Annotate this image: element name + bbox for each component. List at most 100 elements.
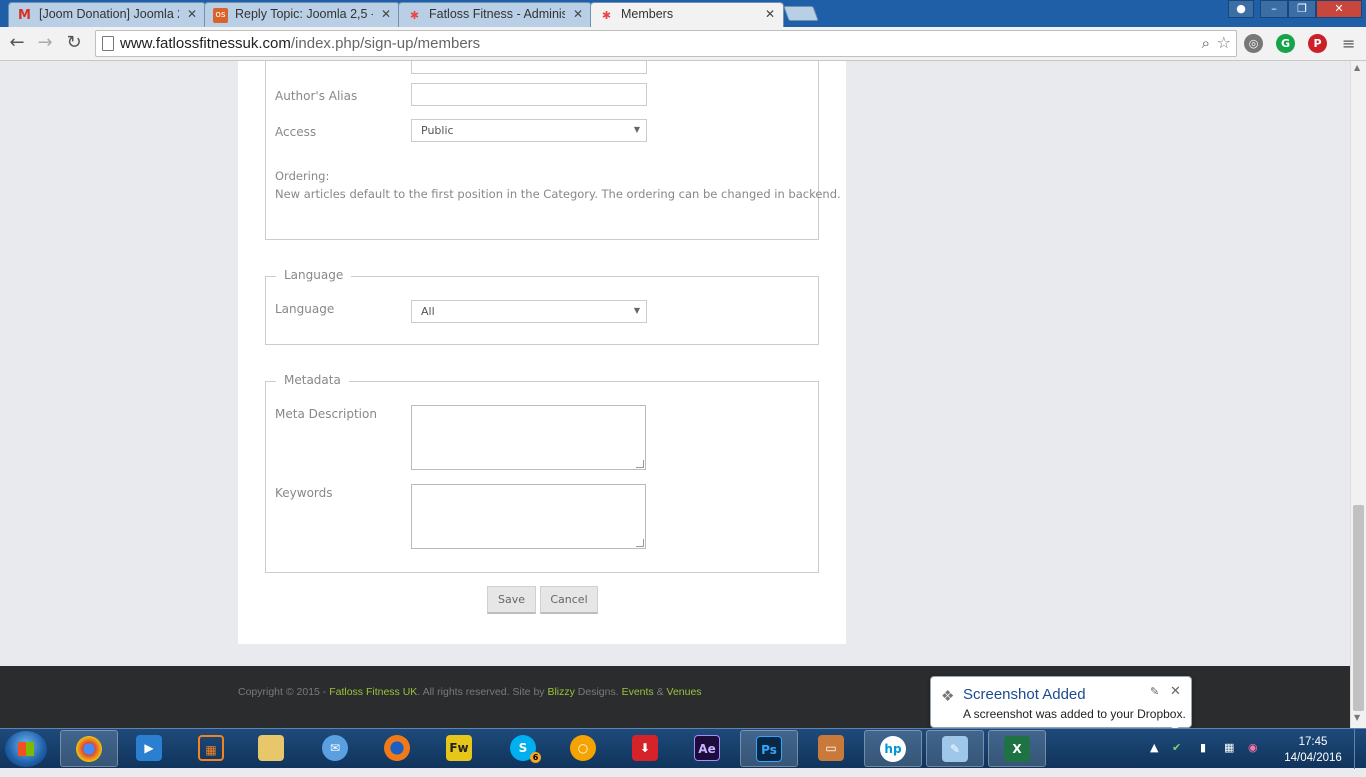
chrome-icon (76, 736, 102, 762)
reload-icon[interactable]: ↻ (63, 32, 85, 54)
zoom-icon[interactable]: ⌕ (1202, 34, 1210, 52)
taskbar-app-tray[interactable]: ▭ (802, 730, 860, 767)
scroll-down-icon[interactable]: ▼ (1354, 713, 1360, 722)
close-tab-icon[interactable]: ✕ (765, 7, 775, 21)
taskbar-chrome[interactable] (60, 730, 118, 767)
taskbar-media-player[interactable]: ▶ (120, 730, 178, 767)
keywords-label: Keywords (275, 486, 333, 500)
tab-administration[interactable]: ✱ Fatloss Fitness - Administ ✕ (398, 2, 592, 27)
office-icon: ▦ (198, 735, 224, 761)
publishing-fieldset: Author's Alias Access Public ▼ (265, 61, 819, 240)
os-icon: os (213, 8, 228, 23)
tab-gmail[interactable]: M [Joom Donation] Joomla 2 ✕ (8, 2, 206, 27)
footer-site-link[interactable]: Fatloss Fitness UK (329, 686, 417, 698)
taskbar-photoshop[interactable]: Ps (740, 730, 798, 767)
pin-icon[interactable]: ✎ (1150, 685, 1159, 698)
taskbar-hp[interactable]: hp (864, 730, 922, 767)
language-legend: Language (276, 268, 352, 282)
clock-date: 14/04/2016 (1284, 752, 1342, 764)
new-tab-button[interactable] (783, 6, 819, 21)
close-tab-icon[interactable]: ✕ (573, 7, 583, 21)
user-profile-icon[interactable]: ● (1228, 0, 1254, 18)
tab-reply-topic[interactable]: os Reply Topic: Joomla 2,5 - ✕ (204, 2, 400, 27)
forward-arrow-icon[interactable]: → (34, 32, 56, 54)
skype-badge: 6 (530, 752, 541, 763)
show-hidden-icons[interactable]: ▲ (1150, 741, 1158, 754)
photoshop-icon: Ps (756, 736, 782, 762)
menu-icon[interactable]: ≡ (1342, 34, 1355, 53)
keywords-textarea[interactable] (411, 484, 646, 549)
scroll-up-icon[interactable]: ▲ (1354, 63, 1360, 72)
taskbar-notepad[interactable]: ✎ (926, 730, 984, 767)
url-text: www.fatlossfitnessuk.com/index.php/sign-… (120, 35, 481, 52)
windows-taskbar: ▶ ▦ ✉ Fw S6 ○ ⬇ Ae Ps ▭ hp ✎ X ▲ ✔ ▮ ▦ ◉… (0, 728, 1366, 769)
close-icon[interactable]: ✕ (1170, 683, 1181, 699)
access-label: Access (275, 125, 317, 139)
show-desktop-button[interactable] (1354, 729, 1366, 769)
close-tab-icon[interactable]: ✕ (187, 7, 197, 21)
start-button[interactable] (5, 731, 47, 767)
device-tray-icon[interactable]: ▮ (1200, 741, 1206, 754)
tab-title: Members (621, 7, 674, 21)
taskbar-explorer[interactable] (242, 730, 300, 767)
taskbar-skype[interactable]: S6 (494, 730, 552, 767)
created-by-alias-field[interactable] (411, 61, 647, 74)
footer-designer-link[interactable]: Blizzy (547, 686, 574, 698)
taskbar-office[interactable]: ▦ (182, 730, 240, 767)
gmail-icon: M (18, 8, 31, 23)
app-tray-icon: ▭ (818, 735, 844, 761)
chevron-down-icon: ▼ (633, 306, 640, 315)
taskbar-thunderbird[interactable]: ✉ (306, 730, 364, 767)
tab-title: Reply Topic: Joomla 2,5 - (235, 7, 373, 21)
page-icon (102, 36, 114, 51)
hp-icon: hp (880, 736, 906, 762)
form-panel: Author's Alias Access Public ▼ Ordering:… (238, 61, 846, 644)
meta-description-textarea[interactable] (411, 405, 646, 470)
access-selected-value: Public (421, 124, 454, 137)
taskbar-downloader[interactable]: ⬇ (616, 730, 674, 767)
close-tab-icon[interactable]: ✕ (381, 7, 391, 21)
restore-button[interactable]: ❐ (1288, 0, 1316, 18)
pinterest-icon[interactable]: P (1308, 34, 1327, 53)
page-scrollbar[interactable]: ▲ ▼ (1350, 61, 1366, 728)
folder-icon (258, 735, 284, 761)
joomla-icon: ✱ (601, 9, 612, 22)
dropbox-notification[interactable]: ❖ Screenshot Added A screenshot was adde… (930, 676, 1192, 742)
volume-tray-icon[interactable]: ◉ (1248, 741, 1258, 754)
resize-handle-icon[interactable] (636, 460, 644, 468)
taskbar-after-effects[interactable]: Ae (678, 730, 736, 767)
footer-events-link[interactable]: Events (622, 686, 654, 698)
dropbox-tray-icon[interactable]: ✔ (1172, 741, 1181, 754)
access-select[interactable]: Public ▼ (411, 119, 647, 142)
network-tray-icon[interactable]: ▦ (1224, 741, 1234, 754)
ordering-note: New articles default to the first positi… (275, 187, 841, 201)
authors-alias-input[interactable] (411, 83, 647, 106)
footer-venues-link[interactable]: Venues (667, 686, 702, 698)
firefox-icon (384, 735, 410, 761)
taskbar-app-orange[interactable]: ○ (554, 730, 612, 767)
extension-icon[interactable]: ◎ (1244, 34, 1263, 53)
language-select[interactable]: All ▼ (411, 300, 647, 323)
orange-circle-icon: ○ (570, 735, 596, 761)
close-window-button[interactable]: ✕ (1316, 0, 1362, 18)
after-effects-icon: Ae (694, 735, 720, 761)
ordering-label: Ordering: (275, 169, 330, 183)
notification-body: A screenshot was added to your Dropbox. (963, 707, 1186, 721)
system-clock[interactable]: 17:45 14/04/2016 (1278, 734, 1348, 766)
fireworks-icon: Fw (446, 735, 472, 761)
cancel-button[interactable]: Cancel (540, 586, 598, 614)
taskbar-fireworks[interactable]: Fw (430, 730, 488, 767)
save-button[interactable]: Save (487, 586, 536, 614)
back-arrow-icon[interactable]: ← (6, 32, 28, 54)
address-bar[interactable]: www.fatlossfitnessuk.com/index.php/sign-… (95, 30, 1237, 57)
bookmark-star-icon[interactable]: ☆ (1217, 33, 1231, 52)
resize-handle-icon[interactable] (636, 539, 644, 547)
download-icon: ⬇ (632, 735, 658, 761)
tab-members[interactable]: ✱ Members ✕ (590, 2, 784, 28)
scroll-thumb[interactable] (1353, 505, 1364, 711)
taskbar-firefox[interactable] (368, 730, 426, 767)
minimize-button[interactable]: – (1260, 0, 1288, 18)
grammarly-icon[interactable]: G (1276, 34, 1295, 53)
metadata-legend: Metadata (276, 373, 349, 387)
taskbar-excel[interactable]: X (988, 730, 1046, 767)
